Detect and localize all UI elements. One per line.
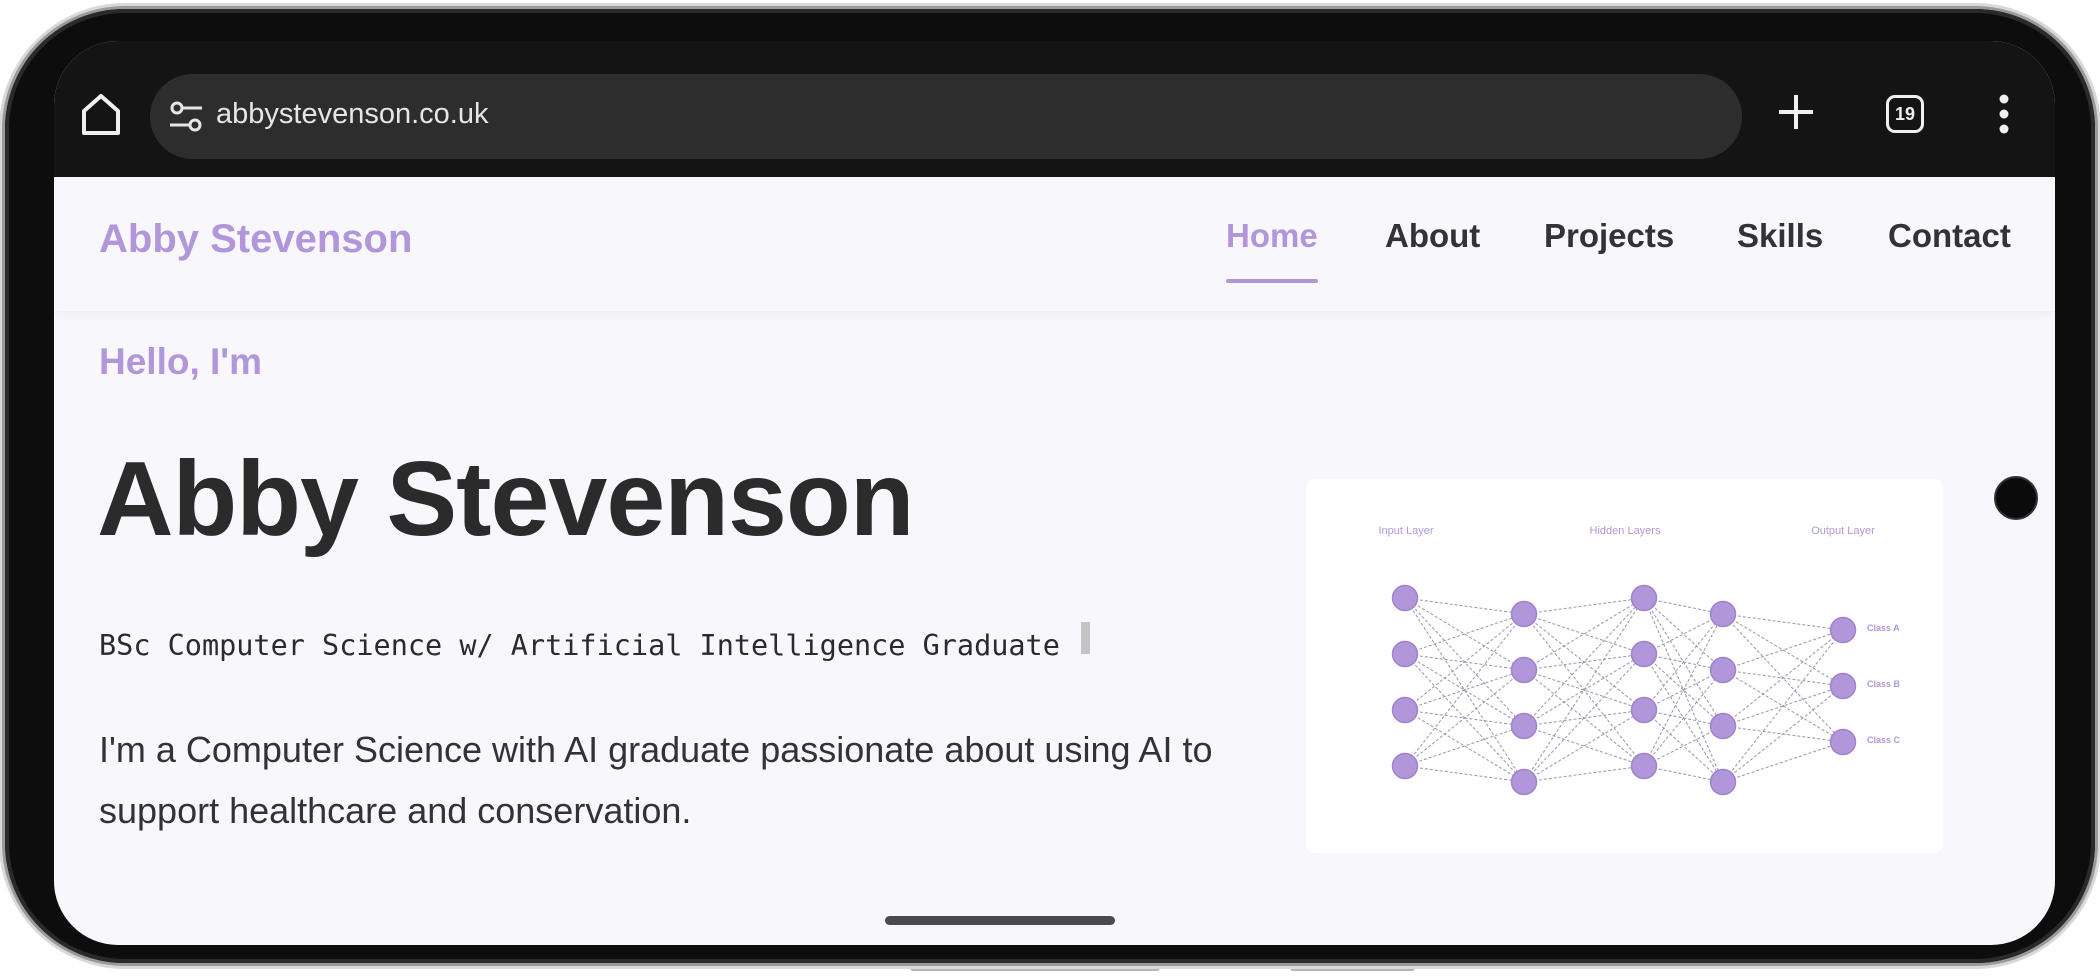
network-edge: [1523, 709, 1645, 783]
network-node: [1630, 584, 1658, 612]
output-layer-label: Output Layer: [1811, 525, 1875, 537]
home-icon[interactable]: [76, 89, 126, 139]
network-edge: [1523, 765, 1645, 783]
network-edge: [1523, 613, 1645, 655]
network-edge: [1404, 669, 1525, 767]
network-node: [1709, 768, 1737, 796]
network-edge: [1404, 613, 1525, 655]
gesture-home-bar[interactable]: [885, 916, 1115, 925]
network-node: [1630, 752, 1658, 780]
network-edge: [1643, 669, 1724, 767]
network-edge: [1523, 597, 1645, 671]
nav-home[interactable]: Home: [1226, 217, 1318, 255]
network-edge: [1722, 741, 1844, 783]
network-edge: [1722, 613, 1844, 687]
network-edge: [1523, 597, 1645, 727]
nav-projects[interactable]: Projects: [1544, 217, 1674, 255]
network-edge: [1404, 597, 1525, 615]
network-edge: [1404, 613, 1525, 711]
network-edge: [1404, 725, 1525, 767]
hidden-layers-label: Hidden Layers: [1590, 525, 1661, 537]
network-node: [1829, 616, 1857, 644]
network-node: [1630, 696, 1658, 724]
typing-cursor: [1081, 622, 1090, 654]
class-b-label: Class B: [1867, 679, 1901, 689]
network-node: [1510, 656, 1538, 684]
plus-icon[interactable]: [1776, 92, 1816, 132]
class-a-label: Class A: [1867, 623, 1900, 633]
network-edge: [1523, 653, 1645, 783]
browser-toolbar: abbystevenson.co.uk 19: [54, 41, 2055, 177]
network-node: [1510, 600, 1538, 628]
network-node: [1829, 728, 1857, 756]
tabs-icon[interactable]: 19: [1886, 95, 1924, 133]
network-edge: [1523, 613, 1645, 767]
network-node: [1709, 600, 1737, 628]
nav-contact[interactable]: Contact: [1888, 217, 2011, 255]
network-node: [1630, 640, 1658, 668]
network-node: [1391, 584, 1419, 612]
network-edges: [1404, 597, 1844, 783]
input-layer-label: Input Layer: [1378, 525, 1433, 537]
network-node: [1510, 768, 1538, 796]
network-node: [1391, 696, 1419, 724]
network-edge: [1404, 765, 1525, 783]
active-nav-underline: [1226, 279, 1318, 283]
neural-network-diagram: Input Layer Hidden Layers Output Layer C…: [1378, 525, 1901, 796]
network-edge: [1722, 685, 1844, 783]
network-edge: [1643, 613, 1724, 767]
class-c-label: Class C: [1867, 735, 1901, 745]
network-edge: [1722, 629, 1844, 671]
address-bar[interactable]: abbystevenson.co.uk: [150, 74, 1742, 159]
floating-action-dot[interactable]: [1994, 476, 2038, 520]
network-node: [1391, 752, 1419, 780]
site-navbar: Abby Stevenson Home About Projects Skill…: [54, 177, 2055, 311]
phone-screen: abbystevenson.co.uk 19 Abby Stevenson Ho…: [54, 41, 2055, 945]
network-edge: [1643, 725, 1724, 767]
network-edge: [1404, 613, 1525, 767]
neural-network-card: Input Layer Hidden Layers Output Layer C…: [1306, 479, 1943, 853]
nav-skills[interactable]: Skills: [1737, 217, 1823, 255]
network-edge: [1722, 629, 1844, 783]
network-node: [1391, 640, 1419, 668]
more-vert-icon[interactable]: [1998, 93, 2010, 135]
network-nodes: [1391, 584, 1857, 796]
network-edge: [1643, 613, 1724, 655]
network-edge: [1523, 597, 1645, 615]
hero-greeting: Hello, I'm: [99, 341, 262, 382]
network-node: [1510, 712, 1538, 740]
hero-subtitle: BSc Computer Science w/ Artificial Intel…: [99, 629, 1060, 662]
phone-frame: abbystevenson.co.uk 19 Abby Stevenson Ho…: [5, 9, 2095, 963]
nav-about[interactable]: About: [1385, 217, 1480, 255]
tab-count: 19: [1894, 103, 1916, 124]
hero-description: I'm a Computer Science with AI graduate …: [99, 729, 1213, 831]
network-node: [1709, 712, 1737, 740]
network-node: [1829, 672, 1857, 700]
network-edge: [1523, 725, 1645, 767]
network-node: [1709, 656, 1737, 684]
network-edge: [1722, 613, 1844, 631]
network-edge: [1722, 629, 1844, 727]
network-edge: [1643, 613, 1724, 711]
hero-name: Abby Stevenson: [97, 440, 915, 558]
tune-icon[interactable]: [168, 100, 204, 134]
site-brand[interactable]: Abby Stevenson: [99, 217, 412, 262]
url-text[interactable]: abbystevenson.co.uk: [216, 98, 488, 131]
